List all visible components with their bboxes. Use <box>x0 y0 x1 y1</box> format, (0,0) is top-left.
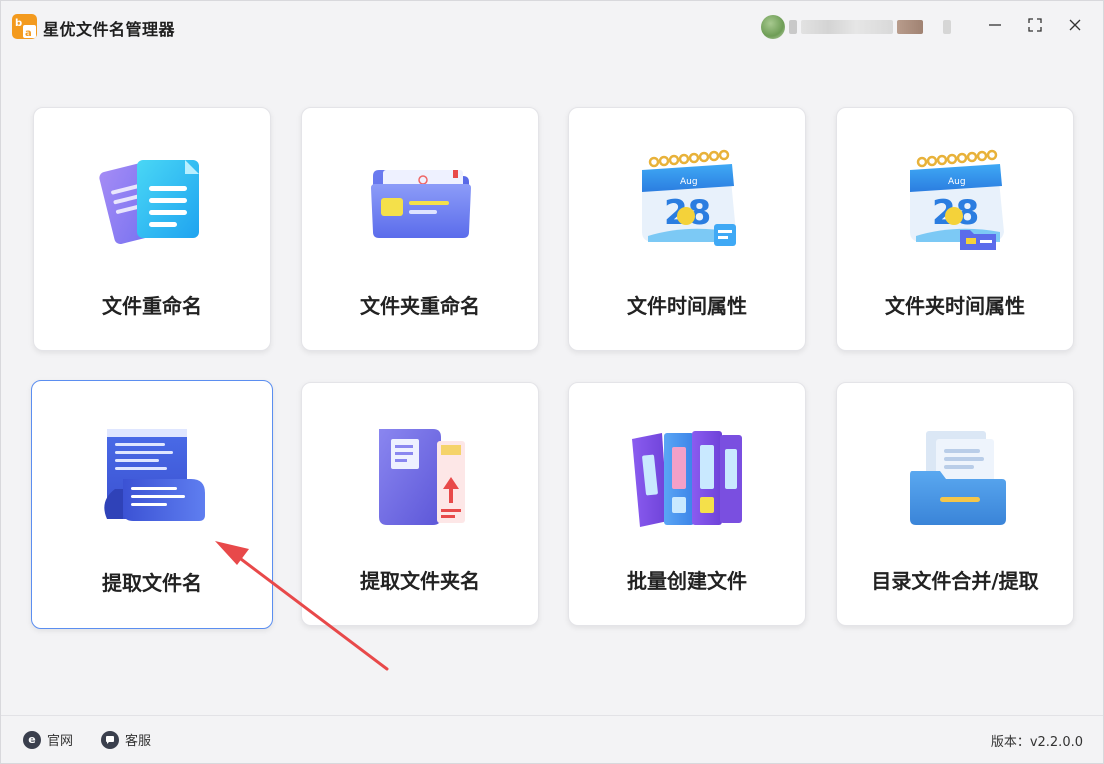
card-label: 批量创建文件 <box>627 569 747 593</box>
card-batch-create-files[interactable]: 批量创建文件 <box>568 382 806 626</box>
app-title: 星优文件名管理器 <box>43 20 176 39</box>
binders-icon <box>632 431 742 527</box>
calendar-month: Aug <box>680 177 698 187</box>
book-folder-icon <box>379 429 465 525</box>
maximize-button[interactable] <box>1021 11 1049 39</box>
close-button[interactable] <box>1061 11 1089 39</box>
avatar[interactable] <box>761 15 785 39</box>
blurred-name <box>943 20 951 34</box>
calendar-month: Aug <box>948 177 966 187</box>
calendar-folder-icon: Aug 28 <box>910 149 1004 250</box>
title-bar: b a 星优文件名管理器 <box>1 1 1103 51</box>
browser-icon: e <box>23 730 41 749</box>
app-logo-icon: b a <box>12 14 37 39</box>
blurred-name <box>897 20 923 34</box>
card-label: 文件时间属性 <box>627 294 747 318</box>
app-window: b a 星优文件名管理器 文件重命名 文件夹重命名 Aug 文件时间属性 Aug… <box>0 0 1104 764</box>
version-text: 版本：v2.2.0.0 <box>990 735 1083 750</box>
maximize-icon <box>1028 18 1042 32</box>
close-icon <box>1069 19 1081 31</box>
svg-text:b: b <box>15 18 22 29</box>
minimize-icon <box>989 24 1001 26</box>
card-extract-file-names[interactable]: 提取文件名 <box>31 380 273 629</box>
blurred-name <box>789 20 797 34</box>
footer: e 官网 客服 版本：v2.2.0.0 <box>1 715 1103 763</box>
document-files-icon <box>99 160 199 245</box>
card-merge-extract-directory-files[interactable]: 目录文件合并/提取 <box>836 382 1074 626</box>
website-label: 官网 <box>47 734 74 749</box>
calendar-icon: Aug 28 <box>642 149 736 246</box>
card-label: 提取文件夹名 <box>360 569 480 593</box>
user-account[interactable] <box>759 15 969 39</box>
card-label: 文件夹重命名 <box>360 294 480 318</box>
card-label: 提取文件名 <box>102 571 202 595</box>
blurred-name <box>801 20 893 34</box>
card-extract-folder-names[interactable]: 提取文件夹名 <box>301 382 539 626</box>
card-folder-rename[interactable]: 文件夹重命名 <box>301 107 539 351</box>
support-label: 客服 <box>125 734 152 749</box>
card-folder-time-attributes[interactable]: Aug 28 文件夹时间属性 <box>836 107 1074 351</box>
card-label: 文件重命名 <box>102 294 202 318</box>
chat-icon <box>101 730 119 749</box>
card-file-rename[interactable]: 文件重命名 <box>33 107 271 351</box>
scroll-document-icon <box>104 429 205 521</box>
card-label: 目录文件合并/提取 <box>871 569 1039 593</box>
file-tray-icon <box>910 431 1006 525</box>
support-link[interactable]: 客服 <box>101 730 151 749</box>
folder-icon <box>371 170 471 238</box>
website-link[interactable]: e 官网 <box>23 730 73 749</box>
card-file-time-attributes[interactable]: Aug 28 文件时间属性 <box>568 107 806 351</box>
svg-text:a: a <box>25 28 32 39</box>
minimize-button[interactable] <box>981 11 1009 39</box>
card-label: 文件夹时间属性 <box>885 294 1025 318</box>
